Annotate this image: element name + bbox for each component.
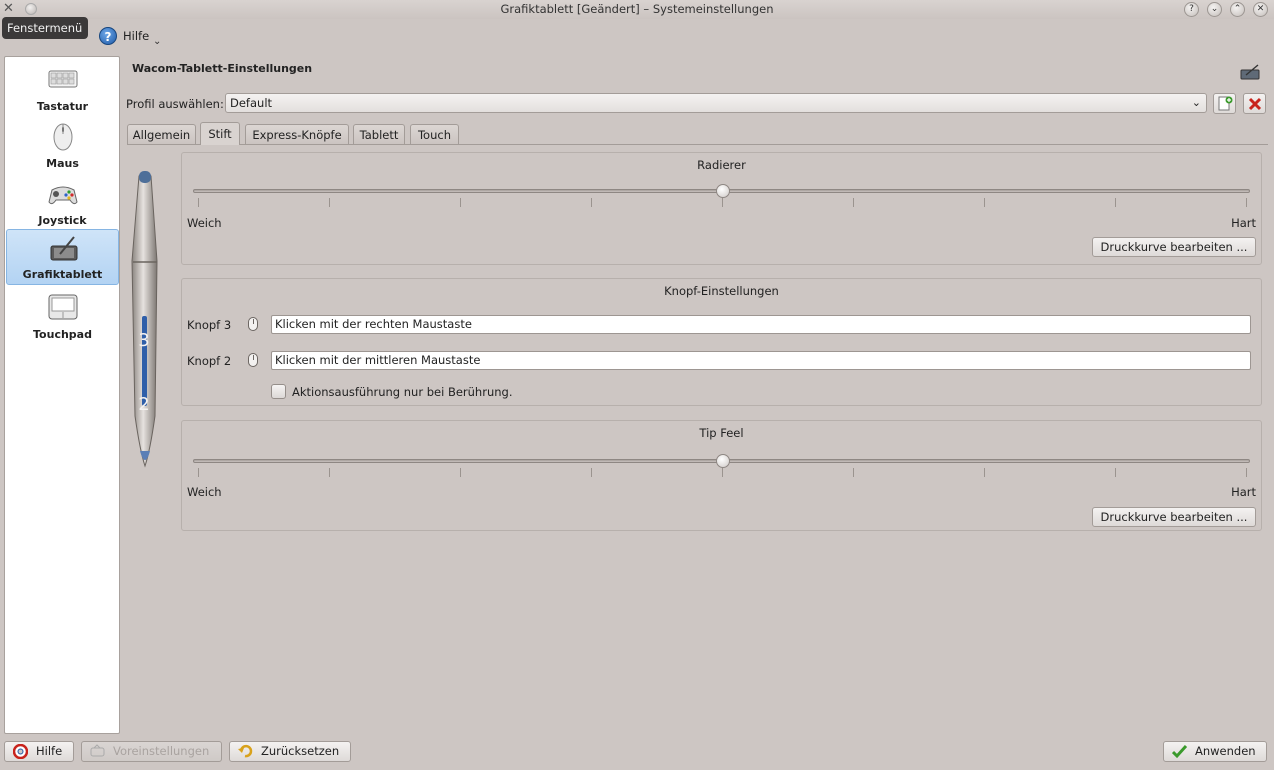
button-2-action-field[interactable]: Klicken mit der mittleren Maustaste: [271, 351, 1251, 370]
eraser-group: Radierer Weich Hart Druckkurve bearbeite…: [181, 152, 1262, 265]
button-settings-title: Knopf-Einstellungen: [664, 284, 779, 298]
tab-pen[interactable]: Stift: [200, 122, 240, 145]
chevron-down-icon: ⌄: [1191, 96, 1201, 109]
touchpad-icon: [48, 294, 78, 320]
maximize-button[interactable]: ⌃: [1230, 2, 1245, 17]
sidebar: Tastatur Maus Joystick Grafiktablett Tou…: [4, 56, 120, 734]
graphics-tablet-icon: [50, 236, 78, 261]
slider-tick: [198, 468, 199, 477]
help-title-button[interactable]: ?: [1184, 2, 1199, 17]
slider-tick: [853, 198, 854, 207]
help-button-label: Hilfe: [36, 744, 63, 758]
slider-tick: [591, 198, 592, 207]
close-button[interactable]: ✕: [1253, 2, 1268, 17]
sidebar-item-graphics-tablet[interactable]: Grafiktablett: [6, 229, 119, 285]
sidebar-item-keyboard[interactable]: Tastatur: [6, 60, 119, 116]
undo-icon: [238, 744, 253, 758]
page-title: Wacom-Tablett-Einstellungen: [132, 62, 313, 75]
slider-tick: [984, 468, 985, 477]
slider-tick: [984, 198, 985, 207]
tip-feel-title: Tip Feel: [699, 426, 744, 440]
button-2-label: Knopf 2: [187, 354, 232, 368]
add-profile-button[interactable]: [1213, 93, 1236, 114]
tip-feel-max-label: Hart: [1231, 485, 1256, 499]
sidebar-item-joystick[interactable]: Joystick: [6, 174, 119, 230]
slider-tick: [1115, 198, 1116, 207]
pen-illustration: 3 2: [131, 171, 158, 468]
slider-tick: [1246, 198, 1247, 207]
slider-tick: [722, 468, 723, 477]
help-button[interactable]: Hilfe: [4, 741, 74, 762]
reset-button-label: Zurücksetzen: [261, 744, 340, 758]
sidebar-item-touchpad[interactable]: Touchpad: [6, 288, 119, 344]
touch-only-checkbox[interactable]: [271, 384, 286, 399]
slider-tick: [329, 468, 330, 477]
sidebar-item-label: Grafiktablett: [22, 268, 103, 281]
slider-tick: [1246, 468, 1247, 477]
button-3-action-field[interactable]: Klicken mit der rechten Maustaste: [271, 315, 1251, 334]
minimize-button[interactable]: ⌄: [1207, 2, 1222, 17]
delete-profile-button[interactable]: [1243, 93, 1266, 114]
tab-general[interactable]: Allgemein: [127, 124, 196, 144]
edit-pressure-curve-button[interactable]: Druckkurve bearbeiten ...: [1092, 237, 1256, 257]
slider-tick: [329, 198, 330, 207]
slider-tick: [460, 468, 461, 477]
apply-button[interactable]: Anwenden: [1163, 741, 1267, 762]
sidebar-item-label: Maus: [46, 157, 79, 170]
tab-touch[interactable]: Touch: [410, 124, 459, 144]
profile-label: Profil auswählen:: [126, 97, 224, 111]
slider-tick: [1115, 468, 1116, 477]
gamepad-icon: [48, 186, 78, 205]
window-title: Grafiktablett [Geändert] – Systemeinstel…: [500, 2, 774, 16]
keyboard-icon: [48, 70, 78, 88]
help-menu-label: Hilfe: [123, 29, 150, 43]
add-document-icon: [1218, 96, 1232, 111]
sidebar-item-label: Touchpad: [33, 328, 92, 341]
tip-feel-group: Tip Feel Weich Hart Druckkurve bearbeite…: [181, 420, 1262, 531]
slider-tick: [198, 198, 199, 207]
button-3-label: Knopf 3: [187, 318, 232, 332]
sidebar-item-mouse[interactable]: Maus: [6, 117, 119, 173]
window-menu-tooltip: Fenstermenü: [2, 17, 88, 39]
graphics-tablet-icon: [1240, 64, 1260, 80]
tip-feel-slider-handle[interactable]: [715, 454, 730, 468]
tip-feel-min-label: Weich: [187, 485, 222, 499]
tab-express-keys[interactable]: Express-Knöpfe: [245, 124, 349, 144]
slider-tick: [853, 468, 854, 477]
lifebuoy-icon: [13, 744, 28, 759]
defaults-button-label: Voreinstellungen: [113, 744, 210, 758]
pen-button-2-label: 2: [138, 394, 149, 415]
eraser-max-label: Hart: [1231, 216, 1256, 230]
defaults-icon: [90, 744, 105, 757]
slider-tick: [591, 468, 592, 477]
mouse-icon: [248, 353, 258, 367]
title-bar: ✕ Grafiktablett [Geändert] – Systemeinst…: [0, 0, 1274, 19]
touch-only-label: Aktionsausführung nur bei Berührung.: [292, 385, 513, 399]
slider-tick: [460, 198, 461, 207]
defaults-button[interactable]: Voreinstellungen: [81, 741, 222, 762]
delete-icon: [1248, 97, 1261, 111]
mouse-icon: [53, 123, 73, 151]
apply-button-label: Anwenden: [1195, 744, 1256, 758]
pen-button-3-label: 3: [138, 330, 149, 351]
sidebar-item-label: Joystick: [38, 214, 87, 227]
edit-tip-pressure-curve-button[interactable]: Druckkurve bearbeiten ...: [1092, 507, 1256, 527]
profile-select-value: Default: [230, 96, 273, 110]
tab-tablet[interactable]: Tablett: [353, 124, 405, 144]
eraser-slider-handle[interactable]: [715, 184, 730, 198]
sidebar-item-label: Tastatur: [36, 100, 89, 113]
help-menu[interactable]: ? Hilfe: [99, 26, 149, 46]
chevron-down-icon[interactable]: ⌄: [153, 36, 161, 47]
eraser-title: Radierer: [697, 158, 746, 172]
button-settings-group: Knopf-Einstellungen Knopf 3 Klicken mit …: [181, 278, 1262, 406]
profile-select[interactable]: Default ⌄: [225, 93, 1207, 113]
checkmark-icon: [1172, 744, 1187, 759]
slider-tick: [722, 198, 723, 207]
eraser-min-label: Weich: [187, 216, 222, 230]
help-icon: ?: [99, 27, 117, 45]
reset-button[interactable]: Zurücksetzen: [229, 741, 351, 762]
mouse-icon: [248, 317, 258, 331]
